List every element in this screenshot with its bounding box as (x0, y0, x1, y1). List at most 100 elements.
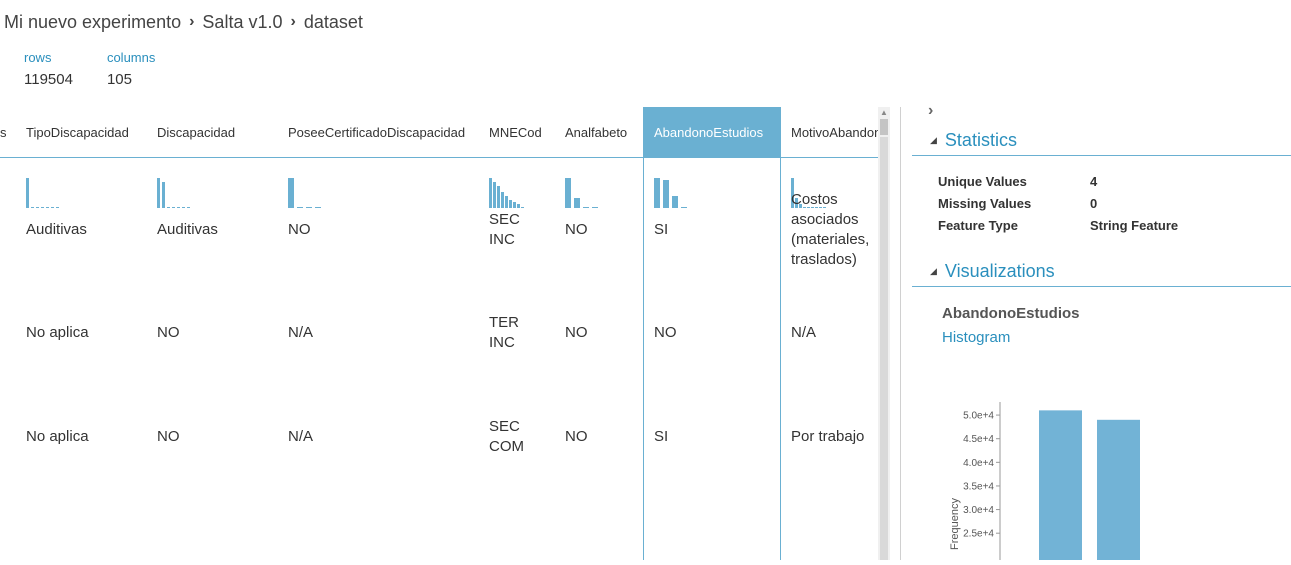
table-cell (0, 397, 12, 477)
column-header[interactable]: Analfabeto (555, 107, 643, 158)
visualizations-section-header[interactable]: ◢ Visualizations (912, 257, 1291, 287)
column-mne[interactable]: MNECod SEC INC TER INC SEC COM (479, 107, 555, 560)
y-axis-label: Frequency (949, 498, 961, 550)
histogram-link[interactable]: Histogram (942, 329, 1010, 346)
cell-text: NO (654, 324, 677, 341)
table-cell: SI (654, 397, 776, 477)
breadcrumb-module[interactable]: Salta v1.0 (202, 12, 282, 33)
table-cell: SEC COM (489, 397, 551, 477)
table-cell: No aplica (26, 293, 143, 373)
chevron-right-icon: › (290, 13, 296, 30)
columns-stat: columns 105 (107, 50, 155, 88)
column-header[interactable]: PoseeCertificadoDiscapacidad (278, 107, 479, 158)
y-tick-label: 4.0e+4 (963, 458, 994, 469)
cell-text: Auditivas (157, 221, 218, 238)
column-header[interactable]: s (0, 107, 16, 158)
table-cell: NO (565, 293, 639, 373)
vertical-scrollbar[interactable]: ▲ (878, 107, 890, 560)
table-cell: No aplica (26, 397, 143, 477)
collapse-triangle-icon: ◢ (930, 135, 937, 145)
column-header[interactable]: MNECod (479, 107, 555, 158)
cell-text: SI (654, 221, 669, 238)
statistics-section-header[interactable]: ◢ Statistics (912, 126, 1291, 156)
cell-text: SEC COM (489, 418, 524, 455)
visualizations-title: Visualizations (944, 261, 1055, 281)
y-tick-label: 3.0e+4 (963, 505, 994, 516)
rows-label: rows (24, 50, 52, 65)
viz-column-name: AbandonoEstudios (942, 305, 1080, 322)
chevron-right-icon: › (189, 13, 195, 30)
table-cell: Por trabajo (791, 397, 878, 477)
table-cell: Auditivas (26, 190, 143, 270)
rows-value: 119504 (24, 71, 73, 88)
rows-stat: rows 119504 (24, 50, 73, 88)
stats-value: 0 (1090, 195, 1098, 211)
column-prev[interactable]: s (0, 107, 16, 560)
scroll-up-icon[interactable]: ▲ (878, 107, 890, 119)
expand-chevron-icon[interactable]: › (928, 102, 933, 120)
column-aband[interactable]: AbandonoEstudios SI NO SI (643, 107, 781, 560)
table-cell: NO (654, 293, 776, 373)
table-cell: SEC INC (489, 190, 551, 270)
table-cell: TER INC (489, 293, 551, 373)
histogram-svg: 5.0e+4 4.5e+4 4.0e+4 3.5e+4 3.0e+4 2.5e+4Freq… (949, 402, 1140, 560)
stats-label: Unique Values (938, 173, 1027, 189)
cell-text: NO (565, 221, 588, 238)
stats-label: Missing Values (938, 195, 1032, 211)
column-disc[interactable]: Discapacidad Auditivas NO NO (147, 107, 278, 560)
stats-row: Missing Values 0 (938, 192, 1178, 214)
cell-text: Por trabajo (791, 428, 865, 445)
properties-panel: › ◢ Statistics Unique Values 4 Missing V… (912, 100, 1291, 560)
columns-label: columns (106, 50, 156, 65)
table-cell (0, 293, 12, 373)
breadcrumb: Mi nuevo experimento › Salta v1.0 › data… (4, 8, 363, 36)
breadcrumb-experiment[interactable]: Mi nuevo experimento (4, 12, 181, 33)
y-tick-label: 5.0e+4 (963, 411, 994, 422)
histogram-bar (1039, 410, 1082, 560)
column-header[interactable]: MotivoAbandono (781, 107, 878, 158)
table-cell: NO (565, 397, 639, 477)
cell-text: N/A (791, 324, 817, 341)
cell-text: NO (565, 428, 588, 445)
column-header[interactable]: TipoDiscapacidad (16, 107, 147, 158)
cell-text: NO (157, 324, 180, 341)
cell-text: No aplica (26, 324, 89, 341)
cell-text: Costos asociados (materiales, traslados) (791, 191, 870, 268)
columns-value: 105 (106, 71, 132, 88)
table-cell: NO (288, 190, 475, 270)
table-cell: N/A (791, 293, 878, 373)
table-cell: N/A (288, 397, 475, 477)
column-motivo[interactable]: MotivoAbandono Costos asociados (material… (781, 107, 878, 560)
stats-label: Feature Type (938, 217, 1018, 233)
stats-value: 4 (1090, 173, 1098, 189)
y-tick-label: 4.5e+4 (963, 434, 994, 445)
cell-text: TER INC (489, 314, 519, 351)
cell-text: No aplica (26, 428, 89, 445)
histogram-bar (1097, 419, 1140, 560)
table-cell: NO (157, 293, 274, 373)
column-anal[interactable]: Analfabeto NO NO NO (555, 107, 643, 560)
column-header[interactable]: Discapacidad (147, 107, 278, 158)
y-tick-label: 3.5e+4 (963, 481, 994, 492)
cell-text: SEC INC (489, 211, 520, 248)
scroll-thumb[interactable] (880, 119, 888, 135)
dataset-summary: rows 119504 columns 105 (24, 50, 189, 88)
column-header[interactable]: AbandonoEstudios (644, 107, 780, 158)
cell-text: NO (288, 221, 311, 238)
column-cert[interactable]: PoseeCertificadoDiscapacidad NO N/A N/A (278, 107, 479, 560)
statistics-title: Statistics (944, 130, 1017, 150)
panel-divider[interactable] (900, 107, 901, 560)
scroll-track[interactable] (880, 137, 888, 560)
collapse-triangle-icon: ◢ (930, 266, 937, 276)
stats-row: Feature Type String Feature (938, 214, 1178, 236)
table-cell: SI (654, 190, 776, 270)
cell-text: Auditivas (26, 221, 87, 238)
cell-text: NO (157, 428, 180, 445)
table-cell: N/A (288, 293, 475, 373)
table-cell: NO (157, 397, 274, 477)
column-tipo[interactable]: TipoDiscapacidad Auditivas No aplica No apl… (16, 107, 147, 560)
table-cell: Auditivas (157, 190, 274, 270)
cell-text: N/A (288, 428, 314, 445)
statistics-table: Unique Values 4 Missing Values 0 Feature… (938, 170, 1178, 236)
cell-text: N/A (288, 324, 314, 341)
